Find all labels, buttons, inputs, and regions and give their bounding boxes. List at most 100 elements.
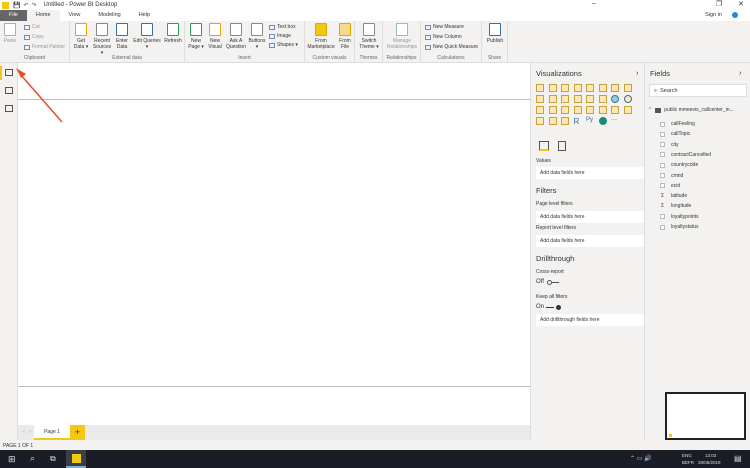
tray-icons[interactable]: ⌃ ▭ 🔊: [630, 455, 652, 462]
cross-report-toggle[interactable]: Off: [536, 279, 559, 285]
field-item[interactable]: ecid: [660, 183, 680, 189]
from-file-button[interactable]: From File: [336, 23, 354, 50]
redo-icon[interactable]: ↷: [32, 2, 37, 9]
field-checkbox[interactable]: [660, 152, 665, 158]
new-column-button[interactable]: New Column: [425, 34, 462, 40]
buttons-button[interactable]: Buttons ▾: [247, 23, 267, 50]
matrix-icon[interactable]: [561, 117, 569, 125]
card-icon[interactable]: [598, 106, 607, 114]
stacked-column-icon[interactable]: [548, 84, 557, 92]
scroll-right-icon[interactable]: ›: [29, 429, 31, 435]
stacked-bar-icon[interactable]: [536, 84, 544, 92]
field-checkbox[interactable]: [660, 183, 665, 189]
pie-icon[interactable]: [611, 95, 619, 103]
area-chart-icon[interactable]: [623, 84, 632, 92]
field-item[interactable]: Σlongitude: [660, 203, 691, 209]
new-page-button[interactable]: New Page ▾: [187, 23, 205, 50]
new-measure-button[interactable]: New Measure: [425, 24, 464, 30]
undo-icon[interactable]: ↶: [23, 2, 28, 9]
windows-start-icon[interactable]: ⊞: [8, 454, 16, 465]
r-visual-icon[interactable]: R: [574, 117, 582, 126]
line-column-icon[interactable]: [548, 95, 557, 103]
field-item[interactable]: contractCancelled: [660, 152, 711, 158]
format-paint-roller-icon[interactable]: [558, 141, 566, 151]
enter-data-button[interactable]: Enter Data: [114, 23, 130, 50]
tab-view[interactable]: View: [60, 10, 90, 21]
from-marketplace-button[interactable]: From Marketplace: [307, 23, 335, 50]
field-item[interactable]: loyaltypoints: [660, 214, 699, 220]
cut-button[interactable]: Cut: [24, 24, 40, 30]
table-node[interactable]: ⌃ public mmeevis_callcenter_in...: [648, 107, 734, 113]
minimize-button[interactable]: –: [592, 0, 596, 7]
field-item[interactable]: callFeeling: [660, 121, 695, 127]
funnel-icon[interactable]: [573, 106, 582, 114]
field-checkbox[interactable]: [660, 224, 665, 230]
task-view-icon[interactable]: ⧉: [50, 454, 56, 464]
field-checkbox[interactable]: Σ: [660, 203, 665, 209]
tab-home[interactable]: Home: [26, 10, 60, 21]
report-filters-well[interactable]: Add data fields here: [536, 235, 644, 247]
new-visual-button[interactable]: New Visual: [206, 23, 224, 50]
tab-help[interactable]: Help: [130, 10, 159, 21]
paste-button[interactable]: Paste: [3, 23, 17, 44]
gauge-icon[interactable]: [586, 106, 594, 114]
table-icon[interactable]: [548, 117, 557, 125]
publish-button[interactable]: Publish: [484, 23, 506, 44]
ribbon-chart-icon[interactable]: [573, 95, 582, 103]
more-visuals-icon[interactable]: ···: [611, 117, 619, 125]
page-tab-1[interactable]: Page 1: [34, 425, 70, 440]
fields-search-input[interactable]: ⌕ Search: [649, 84, 747, 97]
drillthrough-well[interactable]: Add drillthrough fields here: [536, 314, 644, 326]
page-filters-well[interactable]: Add data fields here: [536, 211, 644, 223]
100-column-icon[interactable]: [598, 84, 607, 92]
line-chart-icon[interactable]: [611, 84, 619, 92]
get-data-button[interactable]: Get Data ▾: [72, 23, 90, 50]
collapse-viz-icon[interactable]: ›: [636, 68, 639, 77]
field-checkbox[interactable]: [660, 121, 665, 127]
add-page-button[interactable]: +: [70, 425, 85, 440]
globe-icon[interactable]: [598, 117, 607, 125]
search-icon[interactable]: ⌕: [30, 453, 35, 464]
language-indicator[interactable]: ENG: [682, 453, 692, 458]
switch-theme-button[interactable]: Switch Theme ▾: [357, 23, 381, 50]
kpi-icon[interactable]: [623, 106, 632, 114]
map-icon[interactable]: [548, 106, 557, 114]
ask-question-button[interactable]: Ask A Question: [225, 23, 247, 50]
100-bar-icon[interactable]: [586, 84, 594, 92]
multirow-card-icon[interactable]: [611, 106, 619, 114]
format-painter-button[interactable]: Format Painter: [24, 44, 65, 50]
restore-button[interactable]: ❐: [716, 0, 722, 8]
notifications-icon[interactable]: ▤: [734, 454, 742, 463]
values-well[interactable]: Add data fields here: [536, 167, 644, 179]
treemap-icon[interactable]: [536, 106, 544, 114]
keyboard-layout[interactable]: BEFR: [682, 460, 694, 465]
text-box-button[interactable]: Text box: [269, 24, 296, 30]
filled-map-icon[interactable]: [561, 106, 569, 114]
field-checkbox[interactable]: [660, 162, 665, 168]
tab-modeling[interactable]: Modeling: [89, 10, 129, 21]
scatter-icon[interactable]: [598, 95, 607, 103]
field-item[interactable]: Σlatitude: [660, 193, 687, 199]
page-thumbnail[interactable]: [665, 392, 746, 440]
python-visual-icon[interactable]: Py: [586, 117, 594, 125]
copy-button[interactable]: Copy: [24, 34, 44, 40]
report-canvas[interactable]: [18, 63, 530, 425]
image-button[interactable]: Image: [269, 33, 291, 39]
edit-queries-button[interactable]: Edit Queries ▾: [133, 23, 161, 50]
waterfall-icon[interactable]: [586, 95, 594, 103]
powerbi-taskbar-button[interactable]: [66, 450, 86, 468]
field-item[interactable]: loyaltystatus: [660, 224, 699, 230]
clustered-column-icon[interactable]: [573, 84, 582, 92]
feedback-icon[interactable]: [732, 12, 738, 18]
field-checkbox[interactable]: [660, 131, 665, 137]
field-item[interactable]: crmid: [660, 173, 683, 179]
line-clustered-icon[interactable]: [561, 95, 569, 103]
field-checkbox[interactable]: [660, 214, 665, 220]
slicer-icon[interactable]: [536, 117, 544, 125]
collapse-fields-icon[interactable]: ›: [739, 68, 742, 77]
refresh-button[interactable]: Refresh: [162, 23, 184, 44]
scroll-left-icon[interactable]: ‹: [23, 429, 25, 435]
field-checkbox[interactable]: Σ: [660, 193, 665, 199]
keep-filters-toggle[interactable]: On: [536, 304, 562, 310]
field-item[interactable]: city: [660, 142, 679, 148]
